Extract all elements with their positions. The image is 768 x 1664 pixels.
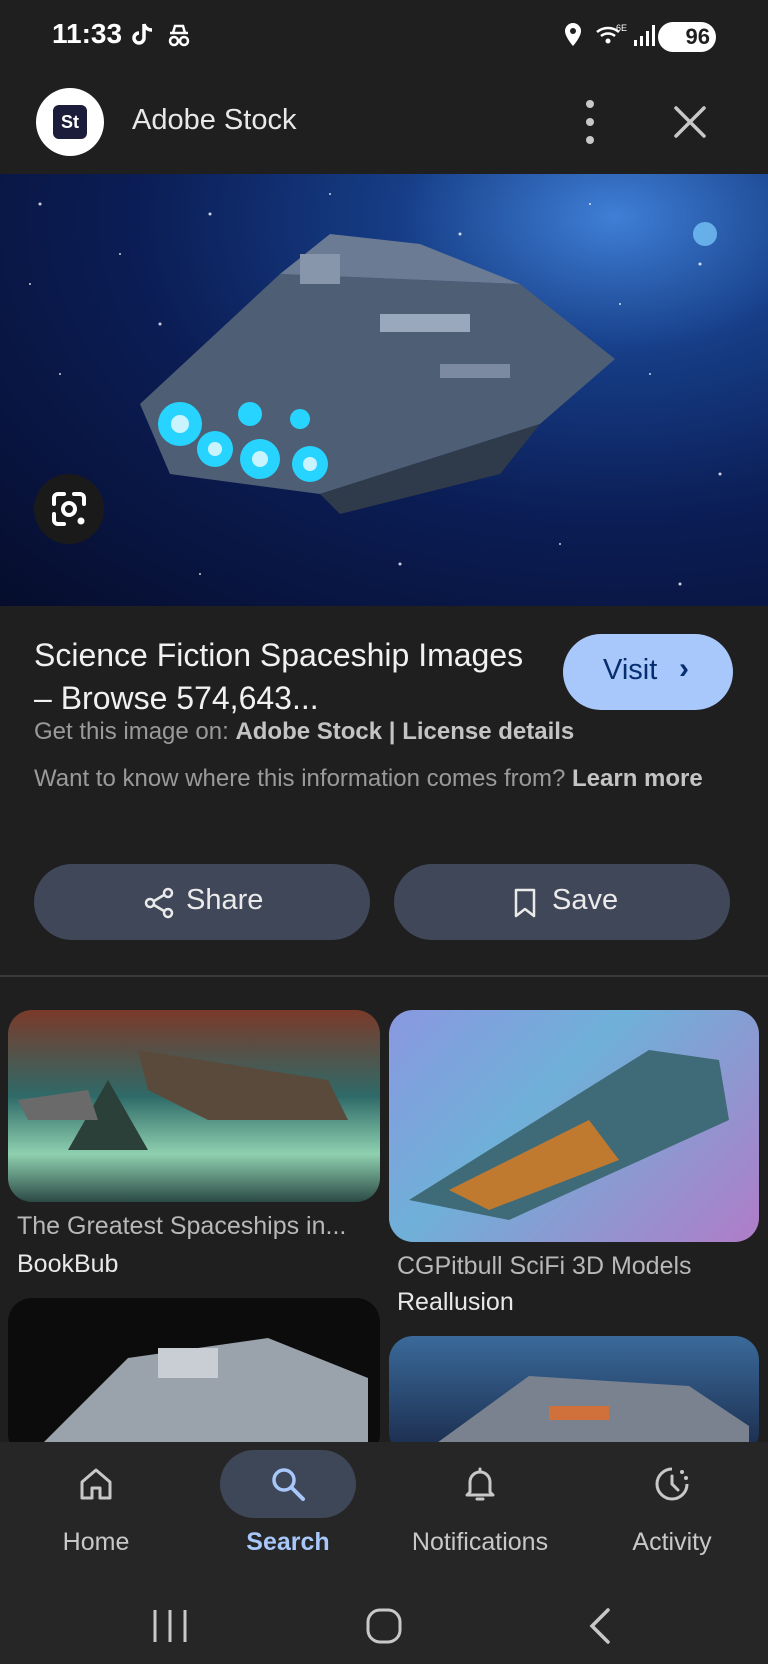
related-title-2[interactable]: CGPitbull SciFi 3D Models xyxy=(397,1252,692,1281)
nav-home-label: Home xyxy=(62,1528,130,1556)
main-image[interactable] xyxy=(0,174,768,606)
share-label: Share xyxy=(186,884,264,916)
related-image-2[interactable] xyxy=(389,1010,759,1242)
visit-button[interactable]: Visit › xyxy=(563,634,733,710)
nav-notifications-label: Notifications xyxy=(411,1528,549,1556)
license-details-link[interactable]: License details xyxy=(402,718,574,745)
chevron-right-icon: › xyxy=(679,652,689,685)
nav-activity-label: Activity xyxy=(632,1528,712,1556)
visit-label: Visit xyxy=(603,654,658,686)
activity-icon xyxy=(655,1467,689,1501)
location-icon xyxy=(565,23,581,46)
more-options-icon[interactable] xyxy=(570,96,610,148)
signal-icon xyxy=(634,25,655,46)
separator: | xyxy=(388,718,396,745)
site-logo: St xyxy=(36,88,104,156)
battery-level: 96 xyxy=(685,24,710,49)
recents-icon xyxy=(153,1610,187,1642)
spaceship-image xyxy=(29,193,722,586)
nav-search-label: Search xyxy=(246,1528,330,1556)
status-time: 11:33 xyxy=(52,18,123,49)
related-image-4[interactable] xyxy=(389,1336,759,1456)
site-name: Adobe Stock xyxy=(132,104,297,136)
status-bar: 11:33 6E 96 xyxy=(0,0,768,70)
incognito-icon xyxy=(168,24,190,47)
info-text: Want to know where this information come… xyxy=(34,765,566,792)
nav-home[interactable]: Home xyxy=(0,1442,192,1582)
bottom-navigation: Home Search Notifications Activity xyxy=(0,1442,768,1664)
page-header: St Adobe Stock xyxy=(0,70,768,174)
google-lens-button[interactable] xyxy=(34,474,104,544)
spaceship-thumbnail xyxy=(18,1050,348,1150)
system-navigation xyxy=(153,1608,610,1644)
info-disclaimer: Want to know where this information come… xyxy=(34,762,714,796)
related-source-2: Reallusion xyxy=(397,1288,514,1316)
tiktok-icon xyxy=(132,23,153,45)
nav-notifications[interactable]: Notifications xyxy=(384,1442,576,1582)
get-image-prefix: Get this image on: xyxy=(34,718,229,745)
source-link[interactable]: Adobe Stock xyxy=(235,718,382,745)
bell-icon xyxy=(465,1467,495,1501)
related-title-1[interactable]: The Greatest Spaceships in... xyxy=(17,1212,346,1241)
related-image-1[interactable] xyxy=(8,1010,380,1202)
home-icon xyxy=(80,1468,112,1500)
save-label: Save xyxy=(552,884,619,916)
wifi-icon: 6E xyxy=(596,23,627,44)
wifi-6e-label: 6E xyxy=(616,23,627,33)
nav-search[interactable]: Search xyxy=(192,1442,384,1582)
related-image-3[interactable] xyxy=(8,1298,380,1458)
related-source-1: BookBub xyxy=(17,1250,119,1278)
spaceship-thumbnail xyxy=(419,1376,749,1456)
image-source-line: Get this image on: Adobe Stock | License… xyxy=(34,718,574,746)
image-title[interactable]: Science Fiction Spaceship Images – Brows… xyxy=(34,634,534,720)
back-icon xyxy=(589,1608,610,1644)
spaceship-thumbnail xyxy=(409,1050,729,1220)
divider xyxy=(0,975,768,977)
lens-icon xyxy=(52,492,86,526)
save-button[interactable]: Save xyxy=(394,864,730,940)
close-icon[interactable] xyxy=(664,96,716,148)
search-icon xyxy=(272,1468,305,1501)
home-gesture-icon xyxy=(366,1608,402,1644)
share-button[interactable]: Share xyxy=(34,864,370,940)
bookmark-icon xyxy=(514,888,536,918)
spaceship-thumbnail xyxy=(28,1338,368,1458)
battery-indicator: 96 xyxy=(658,22,716,52)
nav-activity[interactable]: Activity xyxy=(576,1442,768,1582)
adobe-stock-logo: St xyxy=(53,105,87,139)
learn-more-link[interactable]: Learn more xyxy=(572,765,703,792)
share-icon xyxy=(144,887,174,919)
